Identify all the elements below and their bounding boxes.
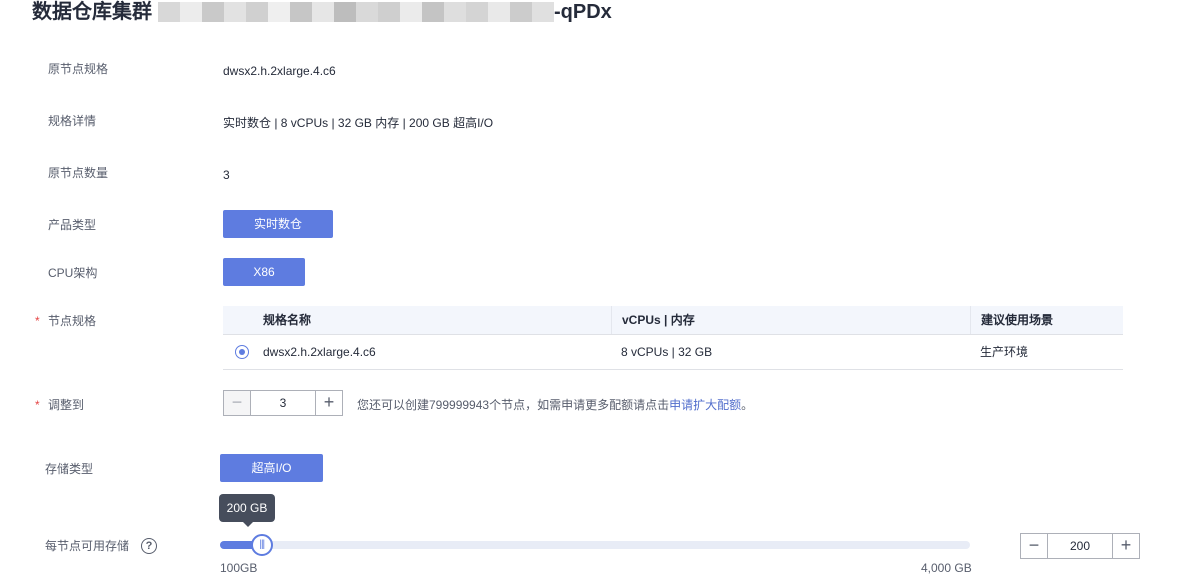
required-mark: * bbox=[35, 314, 40, 328]
slider-max-label: 4,000 GB bbox=[921, 561, 972, 575]
redaction-block bbox=[422, 2, 444, 22]
decrement-button[interactable]: − bbox=[224, 391, 250, 415]
redaction-block bbox=[334, 2, 356, 22]
redaction-block bbox=[378, 2, 400, 22]
redaction-block bbox=[356, 2, 378, 22]
column-header-scenario: 建议使用场景 bbox=[970, 306, 1123, 334]
spec-name-cell: dwsx2.h.2xlarge.4.c6 bbox=[223, 335, 611, 369]
apply-quota-link[interactable]: 申请扩大配额 bbox=[669, 398, 741, 412]
redaction-block bbox=[158, 2, 180, 22]
node-spec-label: * 节点规格 bbox=[35, 313, 97, 329]
storage-type-option-ultra-io[interactable]: 超高I/O bbox=[220, 454, 323, 482]
title-prefix: 数据仓库集群 bbox=[32, 1, 152, 23]
redaction-block bbox=[224, 2, 246, 22]
orig-count-value: 3 bbox=[223, 168, 230, 182]
redacted-cluster-name bbox=[158, 2, 554, 22]
storage-type-label: 存储类型 bbox=[45, 462, 94, 476]
slider-tooltip: 200 GB bbox=[219, 494, 275, 527]
redaction-block bbox=[532, 2, 554, 22]
table-row[interactable]: dwsx2.h.2xlarge.4.c6 8 vCPUs | 32 GB 生产环… bbox=[223, 335, 1123, 370]
vcpu-mem-cell: 8 vCPUs | 32 GB bbox=[621, 345, 713, 359]
page-title: 数据仓库集群 -qPDx bbox=[32, 0, 612, 24]
orig-count-label: 原节点数量 bbox=[48, 166, 109, 180]
cpu-arch-option-x86[interactable]: X86 bbox=[223, 258, 305, 286]
cpu-arch-label: CPU架构 bbox=[48, 266, 98, 280]
node-count-input[interactable]: 3 bbox=[250, 391, 316, 415]
redaction-block bbox=[202, 2, 224, 22]
resize-to-label-text: 调整到 bbox=[48, 398, 85, 412]
storage-increment-button[interactable]: + bbox=[1113, 534, 1139, 558]
storage-slider-track[interactable] bbox=[220, 541, 970, 549]
column-header-vcpu-mem: vCPUs | 内存 bbox=[611, 306, 970, 334]
storage-decrement-button[interactable]: − bbox=[1021, 534, 1047, 558]
spec-name-text: dwsx2.h.2xlarge.4.c6 bbox=[263, 345, 376, 359]
quota-hint-text: 您还可以创建799999943个节点，如需申请更多配额请点击 bbox=[357, 398, 670, 412]
quota-hint-end: 。 bbox=[741, 398, 754, 412]
orig-spec-label: 原节点规格 bbox=[48, 62, 109, 76]
redaction-block bbox=[312, 2, 334, 22]
storage-input[interactable]: 200 bbox=[1047, 534, 1113, 558]
spec-detail-value: 实时数仓 | 8 vCPUs | 32 GB 内存 | 200 GB 超高I/O bbox=[223, 116, 494, 130]
slider-min-label: 100GB bbox=[220, 561, 258, 575]
storage-per-node-label-text: 每节点可用存储 bbox=[45, 539, 130, 553]
required-mark: * bbox=[35, 398, 40, 412]
increment-button[interactable]: + bbox=[316, 391, 342, 415]
resize-to-label: * 调整到 bbox=[35, 397, 85, 413]
redaction-block bbox=[400, 2, 422, 22]
redaction-block bbox=[290, 2, 312, 22]
redaction-block bbox=[488, 2, 510, 22]
redaction-block bbox=[246, 2, 268, 22]
scenario-cell: 生产环境 bbox=[980, 345, 1029, 359]
node-count-stepper: − 3 + bbox=[223, 390, 343, 416]
table-header: 规格名称 vCPUs | 内存 建议使用场景 bbox=[223, 306, 1123, 335]
spec-radio-selected[interactable] bbox=[235, 345, 249, 359]
redaction-block bbox=[268, 2, 290, 22]
storage-slider-handle[interactable]: ||| bbox=[250, 534, 273, 556]
column-header-spec-name: 规格名称 bbox=[263, 313, 312, 327]
quota-hint: 您还可以创建799999943个节点，如需申请更多配额请点击申请扩大配额。 bbox=[357, 396, 753, 413]
node-spec-table: 规格名称 vCPUs | 内存 建议使用场景 dwsx2.h.2xlarge.4… bbox=[223, 306, 1123, 370]
help-icon[interactable]: ? bbox=[141, 538, 158, 554]
redaction-block bbox=[466, 2, 488, 22]
storage-stepper: − 200 + bbox=[1020, 533, 1140, 559]
orig-spec-value: dwsx2.h.2xlarge.4.c6 bbox=[223, 64, 336, 78]
redaction-block bbox=[444, 2, 466, 22]
storage-per-node-label: 每节点可用存储 ? bbox=[45, 538, 158, 554]
redaction-block bbox=[510, 2, 532, 22]
redaction-block bbox=[180, 2, 202, 22]
node-spec-label-text: 节点规格 bbox=[48, 314, 97, 328]
product-type-label: 产品类型 bbox=[48, 218, 97, 232]
spec-detail-label: 规格详情 bbox=[48, 114, 97, 128]
product-type-option-realtime[interactable]: 实时数仓 bbox=[223, 210, 333, 238]
title-suffix: -qPDx bbox=[554, 1, 612, 23]
